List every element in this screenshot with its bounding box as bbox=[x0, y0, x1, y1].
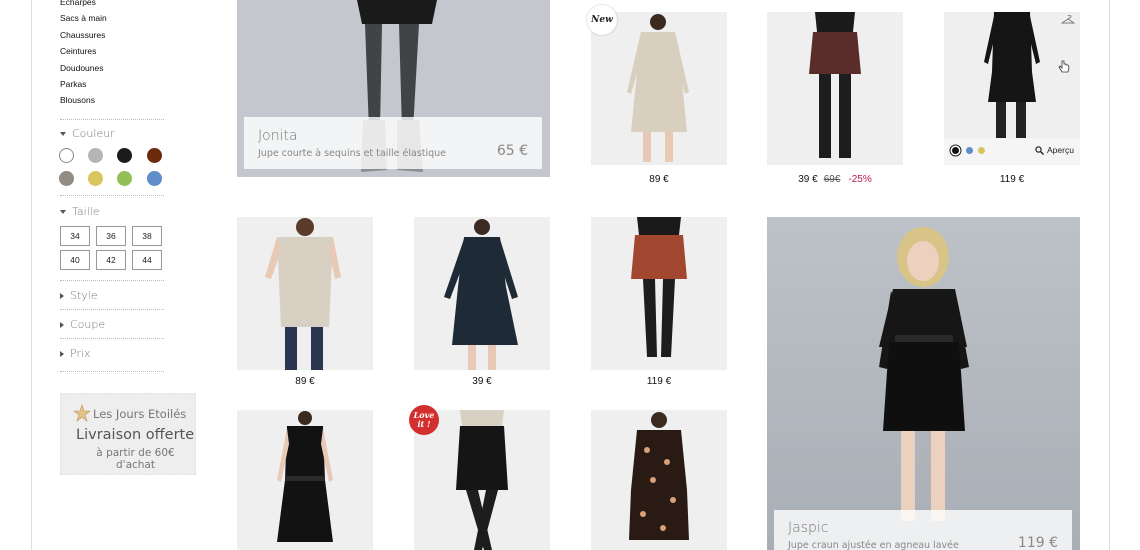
promo-condition: à partir de 60€ d'achat bbox=[96, 447, 175, 471]
filter-taille-label: Taille bbox=[72, 205, 100, 218]
product-price: 39 € bbox=[798, 174, 818, 185]
product-price: 89 € bbox=[295, 376, 315, 387]
product-old-price: 69€ bbox=[823, 174, 841, 185]
color-swatch-green[interactable] bbox=[117, 171, 132, 186]
product-price: 119 € bbox=[999, 174, 1025, 185]
product-photo bbox=[456, 410, 508, 550]
color-swatch-black[interactable] bbox=[117, 148, 132, 163]
product-photo bbox=[944, 12, 1080, 142]
free-shipping-banner[interactable]: Les Jours Etoilés Livraison offerte à pa… bbox=[60, 393, 196, 475]
divider bbox=[60, 119, 164, 120]
new-badge: New bbox=[587, 5, 617, 35]
variant-color-dot[interactable] bbox=[978, 147, 985, 154]
color-swatch-brown[interactable] bbox=[147, 148, 162, 163]
category-item[interactable]: Doudounes bbox=[60, 60, 107, 76]
color-swatch-grey[interactable] bbox=[88, 148, 103, 163]
filter-couleur-label: Couleur bbox=[72, 127, 115, 140]
product-image[interactable] bbox=[591, 410, 727, 550]
category-item[interactable]: Echarpes bbox=[60, 0, 107, 10]
product-price: 39 € bbox=[472, 376, 492, 387]
triangle-down-icon bbox=[60, 210, 66, 214]
product-price: 119 € bbox=[646, 376, 672, 387]
category-list: Echarpes Sacs à main Chaussures Ceinture… bbox=[60, 0, 107, 109]
product-image[interactable] bbox=[591, 217, 727, 370]
product-image[interactable] bbox=[591, 12, 727, 165]
product-discount: -25% bbox=[848, 174, 872, 185]
featured-name: Jonita bbox=[258, 128, 298, 144]
star-icon bbox=[74, 404, 90, 422]
filter-style-toggle[interactable]: Style bbox=[60, 289, 98, 302]
filter-coupe-label: Coupe bbox=[70, 318, 106, 331]
triangle-down-icon bbox=[60, 132, 66, 136]
hanger-icon[interactable] bbox=[1061, 15, 1075, 25]
promo-title: Les Jours Etoilés bbox=[93, 407, 187, 421]
size-button[interactable]: 38 bbox=[132, 226, 162, 246]
filter-coupe-toggle[interactable]: Coupe bbox=[60, 318, 105, 331]
product-photo bbox=[879, 227, 969, 521]
size-button[interactable]: 36 bbox=[96, 226, 126, 246]
triangle-right-icon bbox=[60, 322, 64, 328]
product-image[interactable] bbox=[414, 217, 550, 370]
filter-couleur-toggle[interactable]: Couleur bbox=[60, 127, 115, 140]
featured-caption: Jonita Jupe courte à sequins et taille é… bbox=[244, 117, 542, 169]
size-button[interactable]: 44 bbox=[132, 250, 162, 270]
love-it-badge: Love it ! bbox=[409, 405, 439, 435]
divider bbox=[60, 309, 164, 310]
category-item[interactable]: Sacs à main bbox=[60, 10, 107, 26]
promo-headline: Livraison offerte bbox=[76, 427, 195, 443]
featured-product-card[interactable]: Jaspic Jupe craun ajustée en agneau lavé… bbox=[767, 217, 1080, 550]
color-swatch-taupe[interactable] bbox=[59, 171, 74, 186]
filter-prix-label: Prix bbox=[70, 347, 91, 360]
product-photo bbox=[809, 12, 861, 158]
featured-description: Jupe craun ajustée en agneau lavée bbox=[788, 540, 959, 550]
divider bbox=[60, 280, 164, 281]
product-price-block: 39 € 69€ -25% bbox=[767, 174, 903, 185]
filter-taille-toggle[interactable]: Taille bbox=[60, 205, 100, 218]
color-swatch-blue[interactable] bbox=[147, 171, 162, 186]
triangle-right-icon bbox=[60, 293, 64, 299]
featured-description: Jupe courte à sequins et taille élastiqu… bbox=[258, 148, 447, 159]
product-image[interactable] bbox=[767, 12, 903, 165]
featured-name: Jaspic bbox=[788, 520, 829, 536]
product-photo bbox=[277, 411, 333, 542]
featured-price: 119 € bbox=[1017, 535, 1058, 550]
size-button[interactable]: 42 bbox=[96, 250, 126, 270]
product-image[interactable] bbox=[237, 217, 373, 370]
size-button[interactable]: 40 bbox=[60, 250, 90, 270]
quick-view-label: Aperçu bbox=[1047, 145, 1074, 155]
variant-color-dot[interactable] bbox=[966, 147, 973, 154]
divider bbox=[60, 338, 164, 339]
featured-price: 65 € bbox=[496, 143, 528, 159]
product-photo bbox=[265, 218, 341, 370]
color-swatch-yellow[interactable] bbox=[88, 171, 103, 186]
category-item[interactable]: Parkas bbox=[60, 76, 107, 92]
product-photo bbox=[629, 412, 689, 540]
divider bbox=[60, 195, 164, 196]
triangle-right-icon bbox=[60, 351, 64, 357]
product-price: 89 € bbox=[649, 174, 669, 185]
color-swatch-white[interactable] bbox=[59, 148, 74, 163]
featured-caption: Jaspic Jupe craun ajustée en agneau lavé… bbox=[774, 510, 1072, 550]
product-image[interactable] bbox=[414, 410, 550, 550]
quick-view-button[interactable]: Aperçu bbox=[1035, 145, 1074, 156]
featured-product-card[interactable]: Jonita Jupe courte à sequins et taille é… bbox=[237, 0, 550, 177]
hand-cursor-icon bbox=[1058, 60, 1070, 73]
magnifier-icon bbox=[1035, 146, 1044, 156]
product-photo bbox=[444, 219, 518, 370]
category-item[interactable]: Ceintures bbox=[60, 43, 107, 59]
variant-color-dot[interactable] bbox=[952, 147, 959, 154]
product-photo bbox=[627, 14, 689, 162]
divider bbox=[60, 371, 164, 372]
category-item[interactable]: Chaussures bbox=[60, 27, 107, 43]
size-button[interactable]: 34 bbox=[60, 226, 90, 246]
filter-style-label: Style bbox=[70, 289, 98, 302]
filter-prix-toggle[interactable]: Prix bbox=[60, 347, 91, 360]
product-photo bbox=[631, 217, 687, 357]
product-image[interactable] bbox=[237, 410, 373, 550]
category-item[interactable]: Blousons bbox=[60, 92, 107, 108]
